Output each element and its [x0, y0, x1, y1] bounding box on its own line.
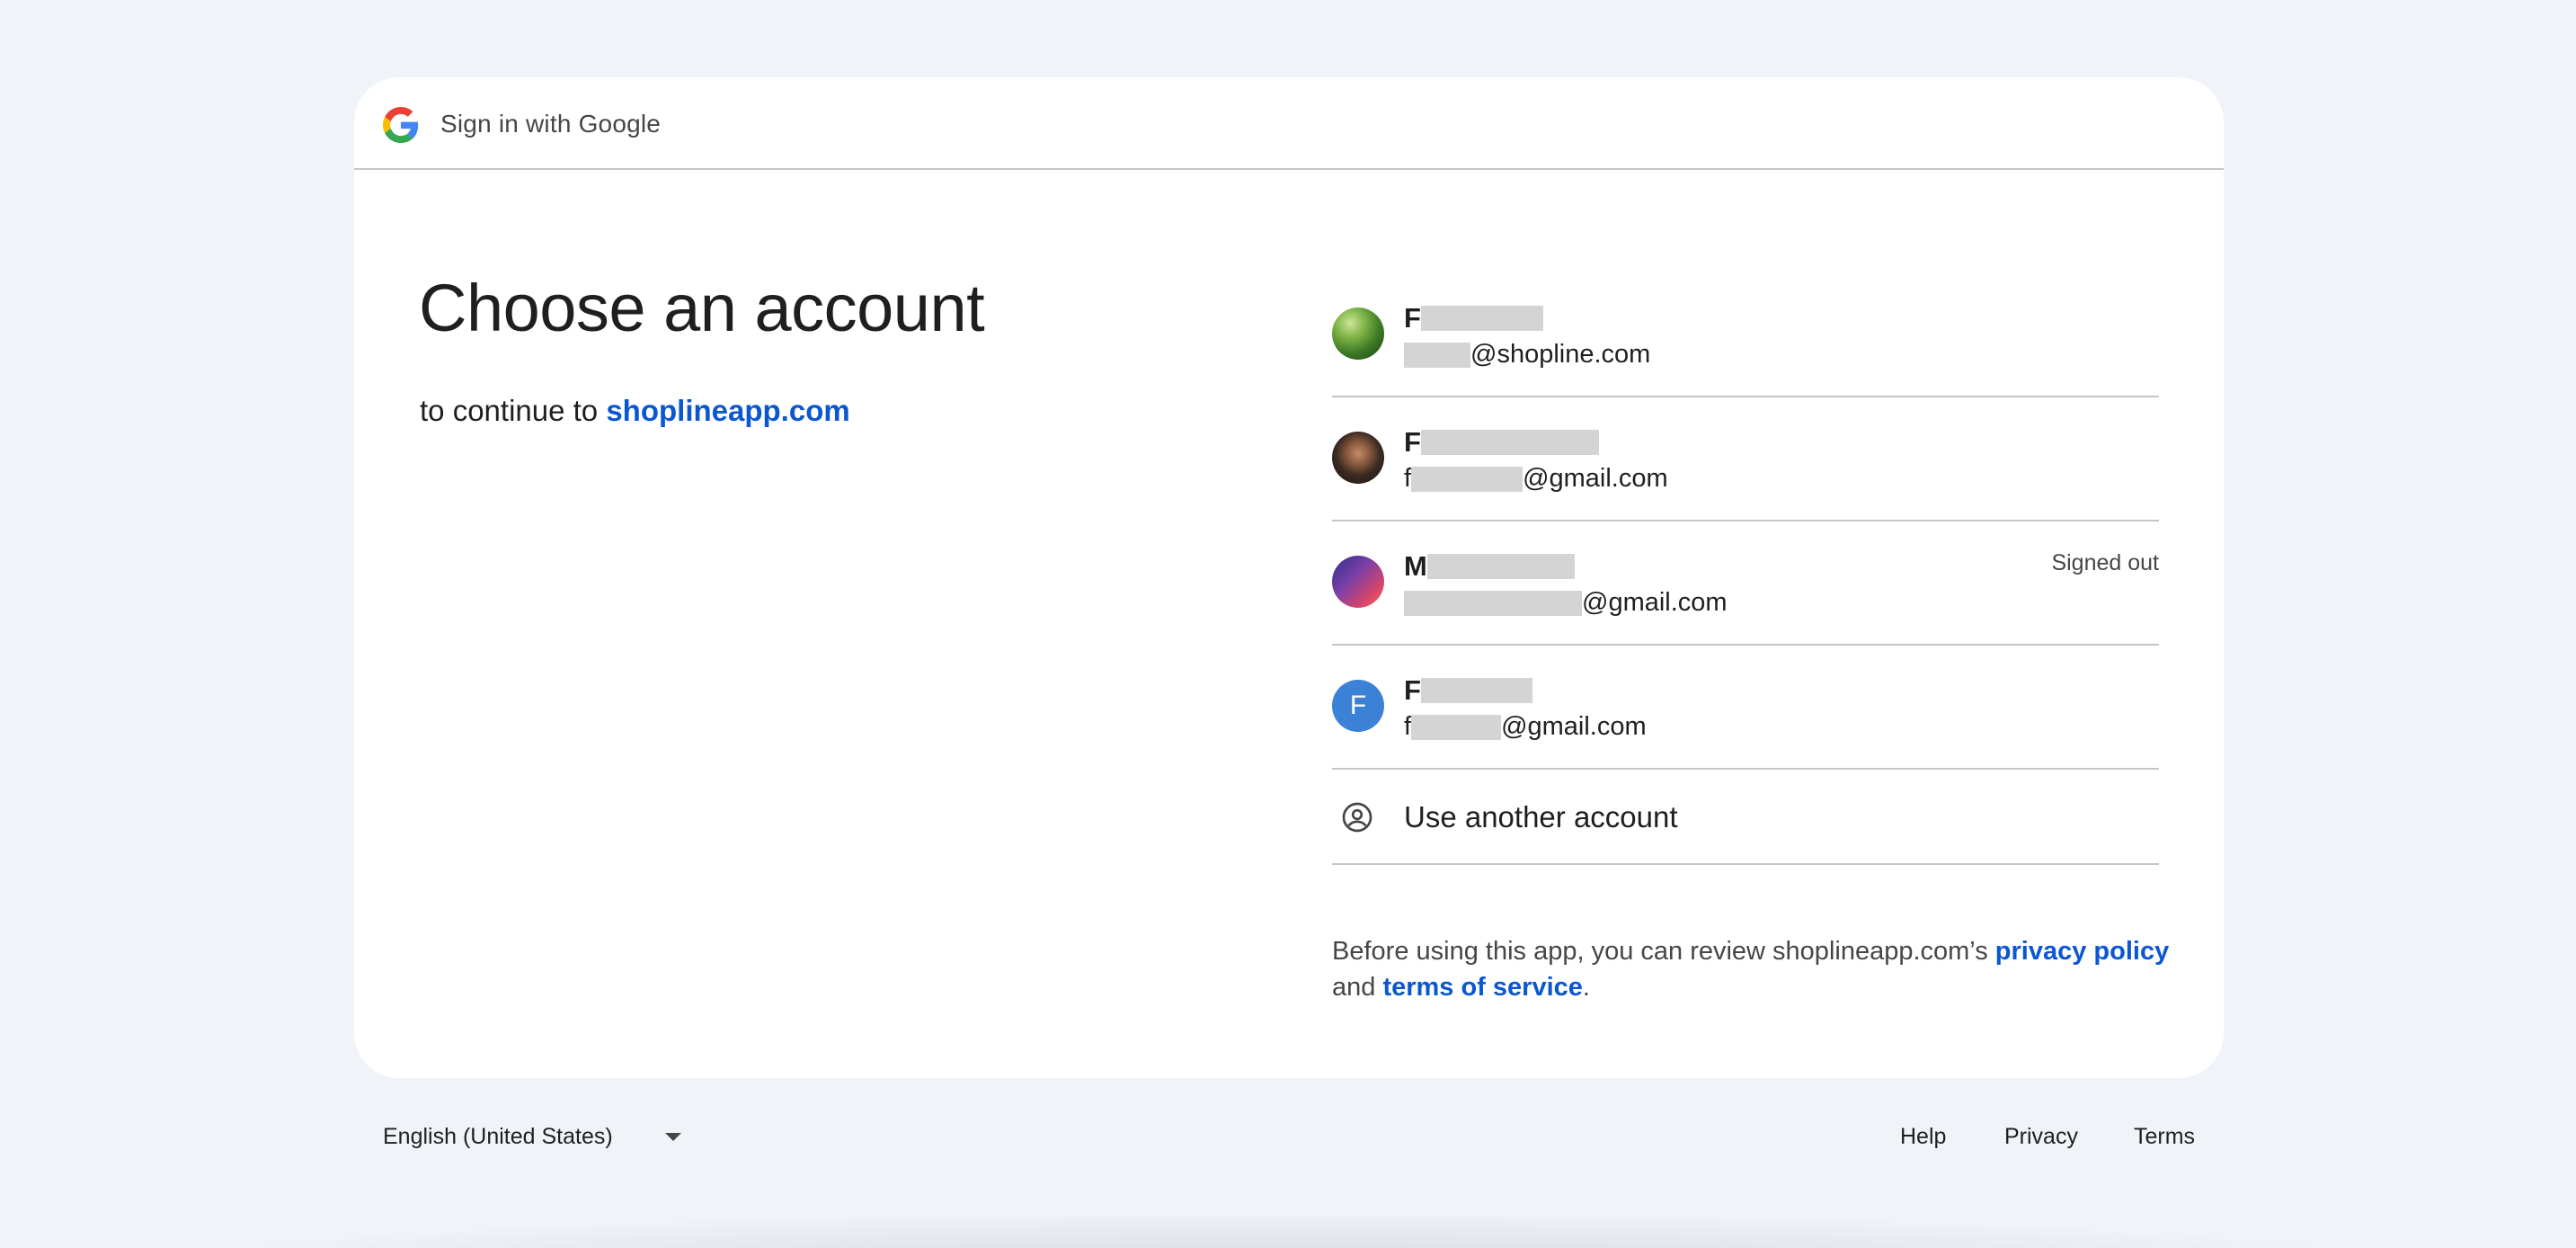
- redacted-block: [1411, 466, 1523, 492]
- disclaimer-period: .: [1582, 973, 1590, 1002]
- person-photo-avatar: [1332, 432, 1384, 484]
- redacted-block: [1420, 306, 1543, 331]
- account-name: F: [1404, 674, 1532, 707]
- language-label: English (United States): [383, 1124, 613, 1149]
- redacted-block: [1420, 678, 1532, 703]
- help-link[interactable]: Help: [1900, 1124, 1946, 1150]
- account-name: F: [1404, 426, 1599, 459]
- header-title: Sign in with Google: [440, 110, 662, 138]
- redacted-block: [1404, 342, 1470, 368]
- privacy-link[interactable]: Privacy: [2004, 1124, 2078, 1150]
- account-item[interactable]: M @gmail.com Signed out: [1332, 521, 2159, 646]
- privacy-policy-link[interactable]: privacy policy: [1995, 937, 2169, 966]
- account-email: f @gmail.com: [1404, 464, 1668, 494]
- subtitle: to continue to shoplineapp.com: [420, 394, 850, 428]
- account-name-initial: F: [1404, 426, 1421, 458]
- use-another-account-label: Use another account: [1404, 800, 1678, 833]
- terms-of-service-link[interactable]: terms of service: [1382, 973, 1582, 1002]
- disclaimer-and: and: [1332, 973, 1376, 1002]
- account-name: F: [1404, 302, 1543, 334]
- subtitle-prefix: to continue to: [420, 394, 599, 427]
- redacted-block: [1404, 590, 1582, 616]
- account-list: F @shopline.com F f @gmail.com M @gmail.c…: [1332, 273, 2159, 865]
- account-name: M: [1404, 550, 1575, 583]
- account-email-domain: @gmail.com: [1582, 588, 1728, 617]
- account-email-prefix: f: [1404, 712, 1412, 741]
- caret-down-icon: [665, 1133, 681, 1141]
- account-item[interactable]: F F f @gmail.com: [1332, 646, 2159, 770]
- account-email-domain: @gmail.com: [1501, 712, 1647, 741]
- page-title: Choose an account: [419, 271, 985, 345]
- letter-avatar: F: [1332, 680, 1384, 732]
- account-circle-icon: [1342, 802, 1372, 833]
- disclaimer: Before using this app, you can review sh…: [1332, 933, 2177, 1005]
- terms-link[interactable]: Terms: [2134, 1124, 2195, 1150]
- account-item[interactable]: F f @gmail.com: [1332, 397, 2159, 521]
- account-name-initial: F: [1404, 302, 1421, 334]
- gradient-avatar: [1332, 556, 1384, 608]
- bottom-shadow: [189, 1214, 2382, 1248]
- redacted-block: [1411, 714, 1502, 740]
- account-email-domain: @shopline.com: [1470, 340, 1651, 369]
- account-email-prefix: f: [1404, 464, 1412, 493]
- account-email-domain: @gmail.com: [1523, 464, 1668, 493]
- redacted-block: [1426, 554, 1575, 579]
- leaf-photo-avatar: [1332, 308, 1384, 360]
- account-name-initial: M: [1404, 550, 1427, 582]
- use-another-account-button[interactable]: Use another account: [1332, 770, 2159, 865]
- account-email: @gmail.com: [1404, 588, 1728, 618]
- account-email: @shopline.com: [1404, 340, 1650, 370]
- page: Sign in with Google Choose an account to…: [0, 0, 2576, 1248]
- disclaimer-text: Before using this app, you can review sh…: [1332, 937, 1988, 966]
- account-name-initial: F: [1404, 674, 1421, 706]
- app-domain-link[interactable]: shoplineapp.com: [606, 394, 849, 427]
- account-email: f @gmail.com: [1404, 712, 1647, 742]
- card-header: Sign in with Google: [354, 77, 2224, 170]
- google-g-icon: [383, 107, 419, 143]
- account-item[interactable]: F @shopline.com: [1332, 273, 2159, 397]
- redacted-block: [1420, 430, 1599, 455]
- signed-out-status: Signed out: [2051, 550, 2159, 575]
